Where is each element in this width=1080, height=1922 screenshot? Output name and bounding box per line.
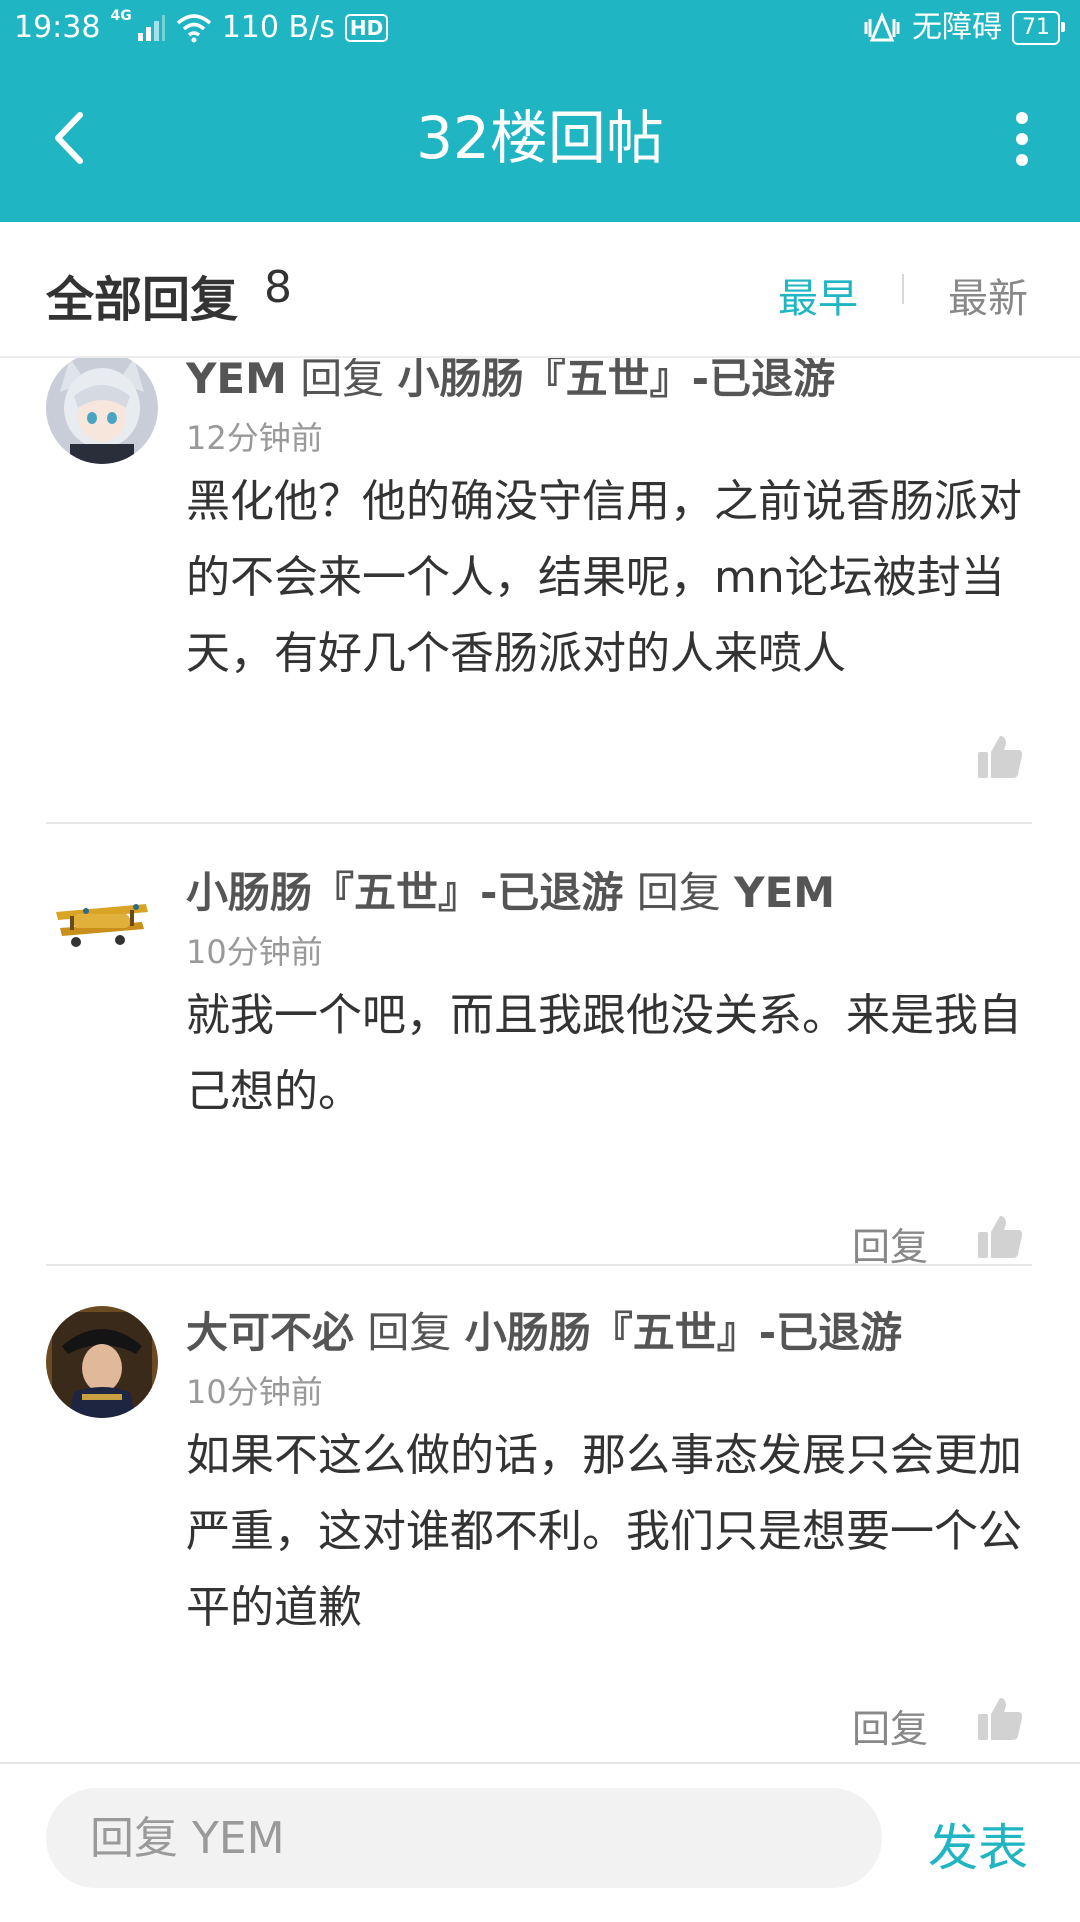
like-button[interactable] [976, 732, 1024, 780]
all-replies-label: 全部回复 [46, 272, 239, 328]
comment-time: 12分钟前 [186, 419, 323, 457]
network-type-label: 4G [110, 8, 132, 24]
reply-word: 回复 [300, 358, 385, 403]
reply-target[interactable]: 小肠肠『五世』-已退游 [398, 358, 835, 403]
portrait-avatar-icon [46, 1306, 158, 1418]
comment-time: 10分钟前 [186, 933, 323, 971]
filter-bar: 全部回复 8 最早 最新 [0, 222, 1080, 358]
comment-body: 黑化他？他的确没守信用，之前说香肠派对的不会来一个人，结果呢，mn论坛被封当天，… [186, 476, 1022, 679]
reply-button[interactable]: 回复 [852, 1698, 928, 1753]
more-vertical-icon [1016, 112, 1028, 124]
anime-girl-avatar-icon [46, 358, 158, 464]
status-bar-right: 无障碍 71 [862, 6, 1065, 50]
thumbs-up-icon [978, 736, 1023, 778]
page-title: 32楼回帖 [416, 104, 664, 172]
accessibility-label: 无障碍 [912, 10, 1002, 45]
signal-icon [137, 15, 165, 41]
comment-header: YEM 回复 小肠肠『五世』-已退游 [186, 358, 835, 406]
reply-word: 回复 [367, 1308, 452, 1357]
comment-list[interactable]: YEM 回复 小肠肠『五世』-已退游 12分钟前 黑化他？他的确没守信用，之前说… [0, 358, 1080, 1762]
wifi-icon [176, 14, 211, 43]
reply-target[interactable]: YEM [734, 868, 835, 917]
comment-author[interactable]: YEM [186, 358, 287, 403]
comment-divider [46, 822, 1032, 824]
like-button[interactable] [976, 1212, 1024, 1260]
comment-author[interactable]: 大可不必 [186, 1308, 354, 1357]
comment-divider [46, 1264, 1032, 1266]
like-button[interactable] [976, 1694, 1024, 1742]
net-speed: 110 B/s [221, 10, 335, 45]
sort-newest-tab[interactable]: 最新 [948, 266, 1028, 324]
reply-count: 8 [264, 262, 292, 313]
comment-item: 小肠肠『五世』-已退游 回复 YEM 10分钟前 就我一个吧，而且我跟他没关系。… [0, 866, 1080, 1302]
avatar[interactable] [46, 358, 158, 464]
comment-body: 如果不这么做的话，那么事态发展只会更加严重，这对谁都不利。我们只是想要一个公平的… [186, 1430, 1022, 1633]
reply-word: 回复 [636, 868, 721, 917]
avatar[interactable] [46, 866, 158, 978]
thumbs-up-icon [978, 1698, 1023, 1740]
comment-author[interactable]: 小肠肠『五世』-已退游 [186, 868, 623, 917]
accessibility-icon [864, 12, 900, 42]
reply-target[interactable]: 小肠肠『五世』-已退游 [465, 1308, 902, 1357]
comment-item: 大可不必 回复 小肠肠『五世』-已退游 10分钟前 如果不这么做的话，那么事态发… [0, 1306, 1080, 1762]
status-bar-left: 19:38 4G 110 B/s HD [14, 6, 389, 50]
comment-time: 10分钟前 [186, 1373, 323, 1411]
submit-button[interactable]: 发表 [928, 1808, 1028, 1880]
comment-header: 大可不必 回复 小肠肠『五世』-已退游 [186, 1306, 902, 1360]
comment-body: 就我一个吧，而且我跟他没关系。来是我自己想的。 [186, 990, 1022, 1117]
reply-input[interactable] [46, 1788, 882, 1888]
reply-bar: 发表 [0, 1762, 1080, 1922]
sort-earliest-tab[interactable]: 最早 [778, 266, 858, 324]
sort-divider [902, 274, 904, 304]
status-time: 19:38 [14, 10, 101, 45]
biplane-avatar-icon [46, 866, 158, 978]
more-button[interactable] [1002, 112, 1042, 166]
thumbs-up-icon [978, 1216, 1023, 1258]
comment-header: 小肠肠『五世』-已退游 回复 YEM [186, 866, 835, 920]
comment-item: YEM 回复 小肠肠『五世』-已退游 12分钟前 黑化他？他的确没守信用，之前说… [0, 358, 1080, 864]
avatar[interactable] [46, 1306, 158, 1418]
hd-badge: HD [344, 14, 389, 42]
reply-button[interactable]: 回复 [852, 1216, 928, 1271]
battery-indicator: 71 [1012, 11, 1065, 45]
